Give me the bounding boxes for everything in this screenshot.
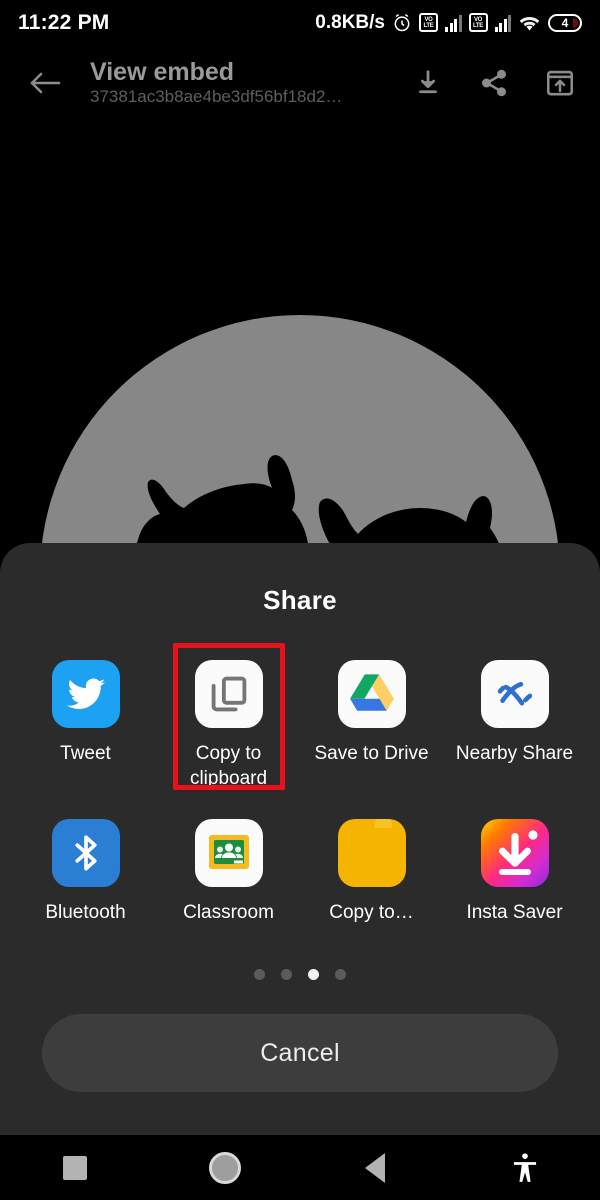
share-target-label: Tweet [60,743,111,764]
wifi-icon [518,13,541,32]
share-row-2: Bluetooth Classroom Copy to… Insta Saver [14,809,586,925]
page-dot [281,969,292,980]
signal-bars-sim1-icon [445,14,462,32]
back-button[interactable] [300,1152,450,1183]
twitter-icon [51,660,120,728]
nearby-share-icon [480,660,549,728]
page-dot [335,969,346,980]
google-classroom-icon [194,819,263,887]
share-target-bluetooth[interactable]: Bluetooth [14,809,157,925]
page-title: View embed [90,57,235,86]
share-targets-grid: Tweet Copy to clipboard Save to Drive Ne… [0,643,600,925]
share-target-label: Nearby Share [455,743,574,764]
circle-icon [209,1151,241,1184]
share-target-insta-saver[interactable]: Insta Saver [443,809,586,925]
home-button[interactable] [150,1151,300,1184]
status-time: 11:22 PM [18,10,110,34]
share-target-label: Classroom [183,902,274,923]
bluetooth-icon [51,819,120,887]
accessibility-button[interactable] [450,1152,600,1184]
share-sheet-title: Share [263,585,337,615]
open-external-icon[interactable] [542,65,578,101]
share-target-label: Bluetooth [45,902,126,923]
share-target-copy-to-clipboard[interactable]: Copy to clipboard [157,643,300,791]
battery-indicator: 4 [548,13,582,32]
share-target-label: Save to Drive [314,743,429,764]
battery-level: 4 [561,15,569,30]
insta-saver-icon [480,819,549,887]
share-row-1: Tweet Copy to clipboard Save to Drive Ne… [14,643,586,791]
status-bar: 11:22 PM 0.8KB/s VO LTE VO LTE 4 [0,0,600,45]
share-target-label: Copy to clipboard [189,743,268,789]
accessibility-icon [513,1152,537,1182]
share-target-save-to-drive[interactable]: Save to Drive [300,650,443,791]
signal-bars-sim2-icon [494,14,511,32]
page-dot [254,969,265,980]
app-bar-actions [410,65,578,101]
download-icon[interactable] [410,65,446,101]
page-indicator[interactable] [0,969,600,980]
share-icon[interactable] [476,65,512,101]
share-sheet: Share Tweet Copy to clipboard Save to Dr… [0,543,600,1135]
share-target-classroom[interactable]: Classroom [157,809,300,925]
phone-screen: 11:22 PM 0.8KB/s VO LTE VO LTE 4 View em… [0,0,600,1200]
share-target-label: Insta Saver [466,902,563,923]
folder-icon [337,819,406,887]
volte-sim2-icon: VO LTE [468,13,488,32]
page-dot-active [308,969,319,980]
copy-to-clipboard-icon [194,660,263,728]
app-bar: View embed 37381ac3b8ae4be3df56bf18d2… [0,45,600,120]
share-target-copy-to[interactable]: Copy to… [300,809,443,925]
triangle-left-icon [365,1152,385,1183]
share-target-label: Copy to… [329,902,414,923]
cancel-button[interactable]: Cancel [42,1014,558,1092]
animal-silhouettes [134,455,566,550]
share-target-nearby-share[interactable]: Nearby Share [443,650,586,791]
volte-sim1-icon: VO LTE [419,13,438,32]
recents-button[interactable] [0,1155,150,1180]
network-speed: 0.8KB/s [315,11,385,33]
back-arrow-icon[interactable] [22,60,68,106]
embedded-image [0,120,600,550]
app-bar-titles: View embed 37381ac3b8ae4be3df56bf18d2… [90,58,342,108]
system-navigation-bar [0,1135,600,1200]
square-icon [63,1155,87,1180]
google-drive-icon [337,660,406,728]
share-target-tweet[interactable]: Tweet [14,650,157,791]
page-subtitle: 37381ac3b8ae4be3df56bf18d2… [90,86,343,106]
alarm-clock-icon [392,13,412,33]
